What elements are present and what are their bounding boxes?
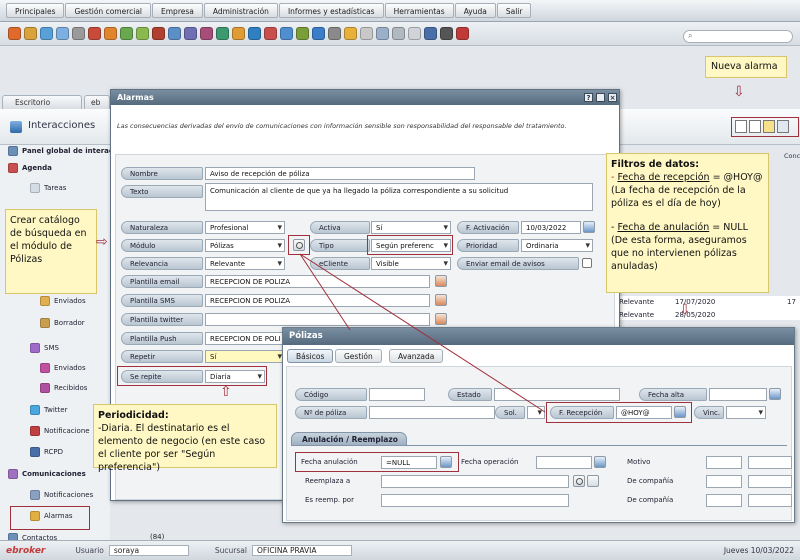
periodicidad-title: Periodicidad: bbox=[98, 410, 169, 421]
arrow-down-icon: ⇩ bbox=[679, 302, 691, 318]
filtros-1-label: Fecha de recepción bbox=[617, 172, 710, 183]
connector-line bbox=[299, 253, 546, 413]
periodicidad-text: -Diaria. El destinatario es el elemento … bbox=[98, 423, 266, 473]
sucursal-value: OFICINA PRAVIA bbox=[251, 545, 352, 556]
filtros-title: Filtros de datos: bbox=[611, 159, 700, 170]
note-nueva-alarma: Nueva alarma bbox=[705, 56, 787, 78]
filtros-2-label: Fecha de anulación bbox=[617, 222, 710, 233]
connector-line bbox=[299, 253, 351, 331]
note-catalogo: Crear catálogo de búsqueda en el módulo … bbox=[5, 209, 97, 294]
arrow-down-icon: ⇩ bbox=[733, 84, 745, 100]
note-filtros: Filtros de datos: - Fecha de recepción =… bbox=[606, 153, 769, 293]
status-bar: ebroker Usuario soraya Sucursal OFICINA … bbox=[0, 540, 800, 560]
note-periodicidad: Periodicidad: -Diaria. El destinatario e… bbox=[93, 404, 277, 473]
arrow-right-icon: ⇨ bbox=[96, 234, 108, 250]
date-display: Jueves 10/03/2022 bbox=[723, 546, 794, 555]
brand-logo: ebroker bbox=[6, 545, 46, 556]
usuario-value: soraya bbox=[108, 545, 189, 556]
sucursal-label: Sucursal bbox=[214, 546, 247, 555]
arrow-up-icon: ⇧ bbox=[220, 384, 232, 400]
usuario-label: Usuario bbox=[75, 546, 104, 555]
